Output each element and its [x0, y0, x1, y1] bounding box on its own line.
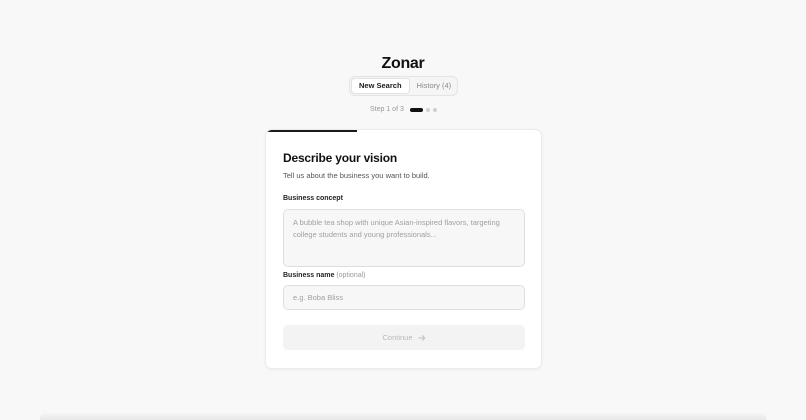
tab-new-search[interactable]: New Search [351, 78, 410, 94]
arrow-right-icon [417, 334, 425, 341]
tab-history[interactable]: History (4) [410, 78, 459, 94]
optional-tag: (optional) [336, 272, 366, 279]
business-concept-textarea[interactable]: A bubble tea shop with unique Asian-insp… [283, 209, 525, 267]
step-indicator: Step 1 of 3 [370, 106, 437, 113]
step-dot-1 [409, 107, 423, 112]
continue-button-label: Continue [382, 333, 413, 342]
card-subtitle: Tell us about the business you want to b… [283, 171, 430, 180]
card-progress-fill [266, 130, 357, 132]
card-progress-track [266, 130, 541, 132]
business-name-label-text: Business name [283, 272, 335, 279]
business-name-input[interactable]: e.g. Boba Bliss [283, 285, 525, 310]
step-dot-3 [432, 107, 437, 112]
bottom-panel-edge [40, 412, 766, 420]
search-tabs: New Search History (4) [349, 76, 458, 96]
continue-button[interactable]: Continue [283, 325, 525, 350]
business-concept-label: Business concept [283, 195, 343, 202]
step-dot-2 [425, 107, 430, 112]
step-counter-text: Step 1 of 3 [370, 106, 404, 113]
business-name-label: Business name (optional) [283, 272, 366, 279]
business-concept-label-text: Business concept [283, 195, 343, 202]
business-name-placeholder: e.g. Boba Bliss [293, 293, 344, 302]
card-title: Describe your vision [283, 151, 398, 165]
business-concept-placeholder: A bubble tea shop with unique Asian-insp… [293, 218, 500, 239]
page: Zonar New Search History (4) Step 1 of 3… [0, 0, 806, 420]
step-dots [409, 107, 437, 112]
vision-form-card: Describe your vision Tell us about the b… [265, 129, 542, 369]
brand-title: Zonar [381, 55, 425, 72]
